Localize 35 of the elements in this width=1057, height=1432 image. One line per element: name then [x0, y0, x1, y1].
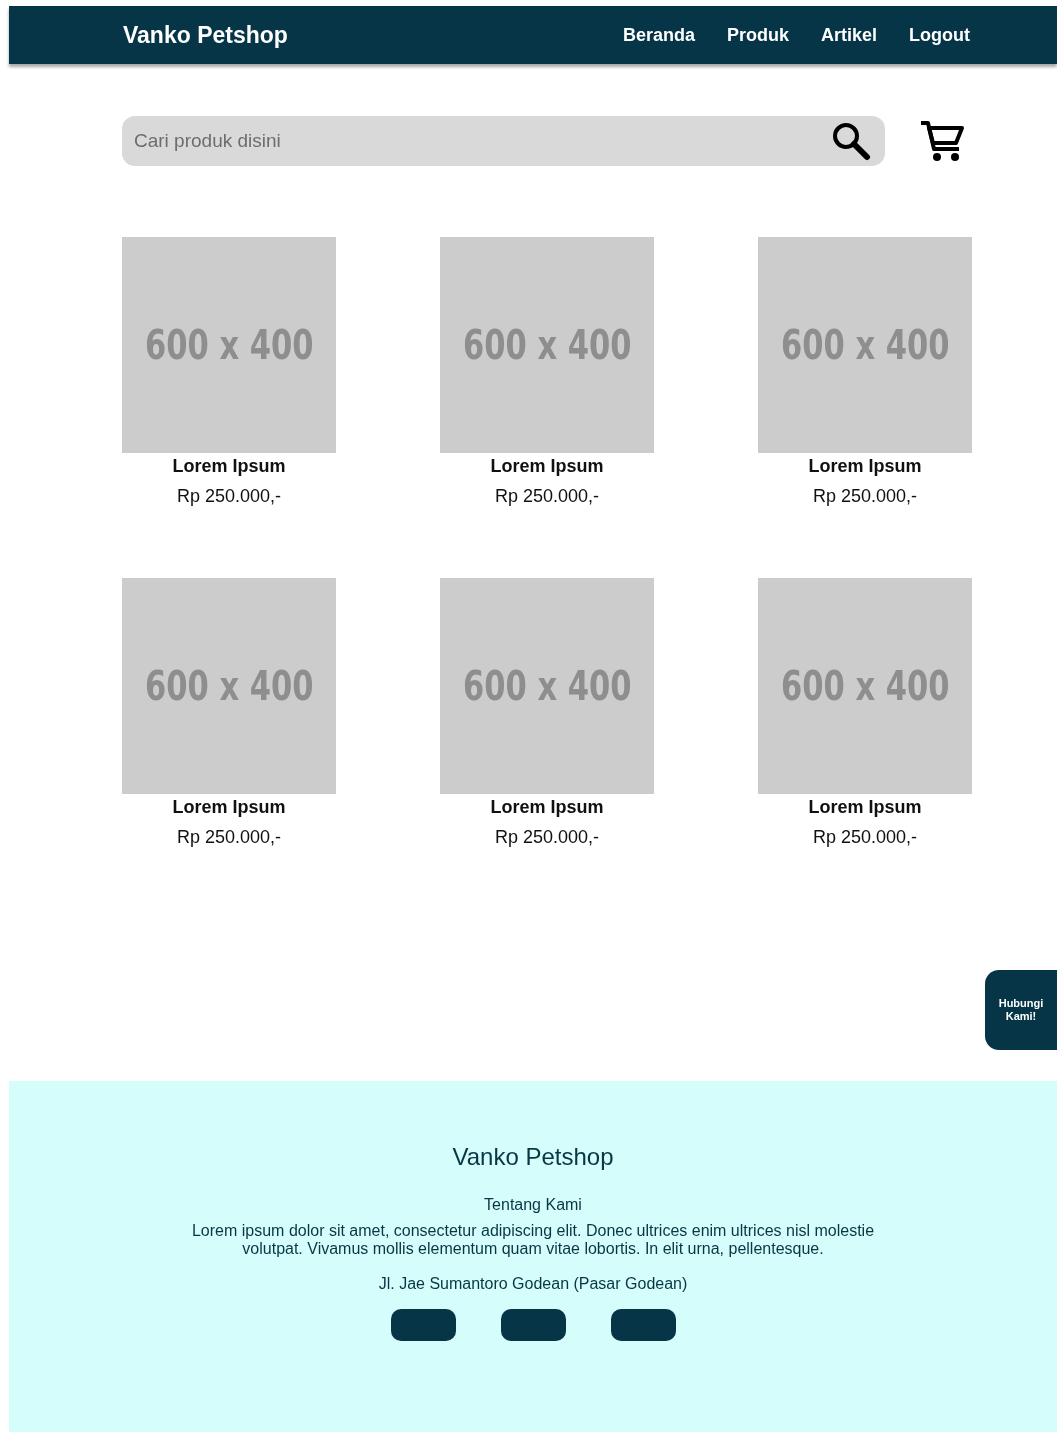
product-name: Lorem Ipsum [490, 797, 604, 818]
search-field[interactable]: Cari produk disini [122, 116, 885, 166]
social-button[interactable] [610, 1308, 676, 1341]
nav-link[interactable]: Beranda [622, 24, 695, 46]
about-text: Lorem ipsum dolor sit amet, consectetur adipiscing elit. Donec ultrices enim ultrices nisl molestie volutpat. Vivamus mollis elementum quam vitae lobortis. In elit urna, pellentesque. [190, 1222, 876, 1259]
footer-title: Vanko Petshop [452, 1143, 614, 1171]
product-price: Rp 250.000,- [494, 827, 600, 848]
placeholder-label: 600 x 400 [780, 322, 950, 368]
placeholder-label: 600 x 400 [462, 663, 632, 709]
product-name: Lorem Ipsum [172, 797, 286, 818]
product-price: Rp 250.000,- [176, 827, 282, 848]
placeholder-label: 600 x 400 [144, 322, 314, 368]
product-price: Rp 250.000,- [176, 486, 282, 507]
product-name: Lorem Ipsum [808, 797, 922, 818]
product-price: Rp 250.000,- [812, 827, 918, 848]
product-name: Lorem Ipsum [490, 456, 604, 477]
search-icon[interactable] [831, 121, 871, 161]
cart-icon[interactable] [919, 119, 965, 163]
address-text: Jl. Jae Sumantoro Godean (Pasar Godean) [378, 1274, 688, 1293]
brand-logo[interactable]: Vanko Petshop [123, 21, 288, 49]
social-button[interactable] [390, 1308, 456, 1341]
nav-link[interactable]: Artikel [821, 24, 877, 46]
product-price: Rp 250.000,- [494, 486, 600, 507]
nav-link[interactable]: Produk [726, 24, 789, 46]
placeholder-label: 600 x 400 [780, 663, 950, 709]
placeholder-label: 600 x 400 [462, 322, 632, 368]
nav-link[interactable]: Logout [909, 24, 970, 46]
contact-button[interactable]: Hubungi Kami! [985, 970, 1057, 1050]
placeholder-label: 600 x 400 [144, 663, 314, 709]
product-name: Lorem Ipsum [808, 456, 922, 477]
product-name: Lorem Ipsum [172, 456, 286, 477]
search-input[interactable]: Cari produk disini [132, 129, 831, 153]
product-price: Rp 250.000,- [812, 486, 918, 507]
social-button[interactable] [500, 1308, 566, 1341]
about-heading: Tentang Kami [484, 1196, 582, 1214]
